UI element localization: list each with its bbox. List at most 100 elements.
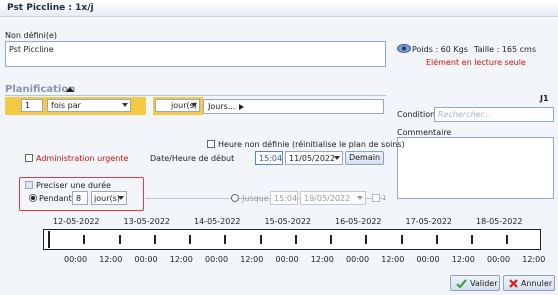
timeline-hour-label: 12:00 (522, 255, 546, 264)
timeline-tick (118, 235, 121, 244)
pendant-unit-value: jour(s) (94, 194, 120, 203)
heure-non-definie-label: Heure non définie (réinitialise le plan … (218, 140, 405, 149)
timeline-tick (189, 235, 191, 244)
timeline-tick (365, 235, 368, 244)
timeline-date-label: 15-05-2022 (264, 217, 312, 226)
timeline-hour-label: 00:00 (416, 255, 440, 264)
timeline-date-label: 17-05-2022 (405, 217, 453, 226)
jusque-time-field[interactable]: 15:04 (270, 191, 298, 205)
jusque-date-value: 19/05/2022 (304, 194, 351, 203)
jusque-checkbox-marker: 1 (382, 194, 387, 202)
name-label: Non défini(e) (5, 31, 57, 40)
timeline-tick (224, 235, 227, 244)
valider-button[interactable]: Valider (450, 275, 500, 291)
name-field-value: Pst Piccline (9, 45, 54, 54)
demain-label: Demain (348, 153, 381, 162)
start-date-field[interactable]: 11/05/2022 (285, 151, 343, 165)
jusque-date-field[interactable]: 19/05/2022 (300, 191, 366, 205)
timeline-tick (48, 231, 50, 248)
timeline-hour-label: 12:00 (451, 255, 475, 264)
day-code: J1 (540, 94, 549, 103)
period-unit-select[interactable]: jour(s) (155, 99, 200, 112)
days-label: Jours... (208, 102, 236, 111)
timeline-tick (471, 235, 473, 244)
start-time-value: 15:04 (259, 154, 283, 163)
pendant-radio[interactable] (29, 194, 37, 202)
chevron-down-icon (357, 196, 363, 200)
timeline-date-label: 12-05-2022 (53, 217, 100, 226)
checkmark-icon (456, 279, 467, 288)
timeline-hour-label: 12:00 (99, 255, 123, 264)
patient-weight: Poids : 60 Kgs (412, 45, 468, 54)
timeline-date-label: 14-05-2022 (194, 217, 241, 226)
duree-label: Preciser une durée (36, 181, 111, 190)
condition-search-input[interactable]: Rechercher... (434, 107, 554, 122)
readonly-notice: Elément en lecture seule (426, 58, 526, 67)
start-label: Date/Heure de début (150, 154, 235, 163)
window-title: Pst Piccline : 1x/j (7, 3, 94, 13)
start-date-value: 11/05/2022 (289, 154, 336, 163)
timeline-hour-label: 00:00 (275, 255, 299, 264)
patient-height: Taille : 165 cms (474, 45, 537, 54)
heure-non-definie-checkbox[interactable] (207, 140, 215, 148)
chevron-down-icon (118, 196, 124, 200)
timeline-tick (153, 235, 156, 244)
timeline-hour-label: 00:00 (205, 255, 229, 264)
jusque-checkbox[interactable] (372, 194, 380, 202)
timeline-hour-label: 00:00 (64, 255, 88, 264)
timeline-tick (400, 235, 403, 244)
timeline-tick (435, 235, 438, 244)
timeline-tick (330, 235, 332, 244)
frequency-unit-select[interactable]: fois par (47, 99, 131, 112)
timeline-hour-label: 12:00 (381, 255, 405, 264)
timeline-hour-label: 00:00 (134, 255, 158, 264)
annuler-button[interactable]: Annuler (503, 275, 555, 291)
play-icon (239, 104, 244, 110)
frequency-unit-value: fois par (51, 101, 81, 110)
pendant-value: 8 (76, 194, 82, 203)
condition-label: Condition (397, 110, 436, 119)
chevron-down-icon (122, 103, 128, 107)
collapse-triangle-icon[interactable] (66, 87, 74, 92)
duree-checkbox[interactable] (25, 181, 33, 189)
commentaire-label: Commentaire (397, 128, 452, 137)
demain-button[interactable]: Demain (345, 151, 384, 165)
timeline-tick (294, 235, 297, 244)
chevron-down-icon (191, 103, 197, 107)
urgent-checkbox[interactable] (25, 154, 33, 162)
timeline-tick (83, 235, 86, 244)
name-field[interactable]: Pst Piccline (5, 41, 386, 67)
days-selector[interactable]: Jours... (203, 99, 384, 114)
jusque-radio[interactable] (231, 194, 239, 202)
timeline-hour-label: 00:00 (346, 255, 370, 264)
timeline-hour-label: 00:00 (487, 255, 511, 264)
jusque-label: Jusque (242, 194, 269, 203)
planification-divider (5, 95, 386, 96)
timeline-date-label: 18-05-2022 (476, 217, 523, 226)
pendant-value-field[interactable]: 8 (72, 191, 88, 205)
timeline-date-label: 13-05-2022 (123, 217, 171, 226)
timeline-tick (506, 235, 509, 244)
start-time-field[interactable]: 15:04 (255, 151, 283, 165)
title-bar: Pst Piccline : 1x/j (0, 0, 558, 17)
timeline-date-label: 16-05-2022 (335, 217, 382, 226)
valider-label: Valider (470, 279, 498, 288)
close-icon (509, 279, 518, 288)
timeline-hour-label: 12:00 (240, 255, 264, 264)
eye-icon (397, 44, 411, 53)
frequency-count-field[interactable]: 1 (21, 99, 43, 112)
pendant-unit-select[interactable]: jour(s) (91, 191, 127, 205)
timeline-hour-label: 12:00 (169, 255, 193, 264)
timeline-hour-label: 12:00 (310, 255, 334, 264)
planification-title[interactable]: Planification (5, 84, 75, 95)
pendant-label: Pendant (39, 194, 72, 203)
chevron-down-icon (334, 156, 340, 160)
urgent-label: Administration urgente (36, 154, 129, 163)
commentaire-textarea[interactable] (397, 137, 554, 199)
jusque-time-value: 15:04 (274, 194, 298, 203)
annuler-label: Annuler (521, 279, 553, 288)
radio-dot (31, 196, 35, 200)
condition-placeholder: Rechercher... (438, 110, 491, 119)
frequency-count-value: 1 (25, 101, 31, 110)
timeline-tick (259, 235, 262, 244)
